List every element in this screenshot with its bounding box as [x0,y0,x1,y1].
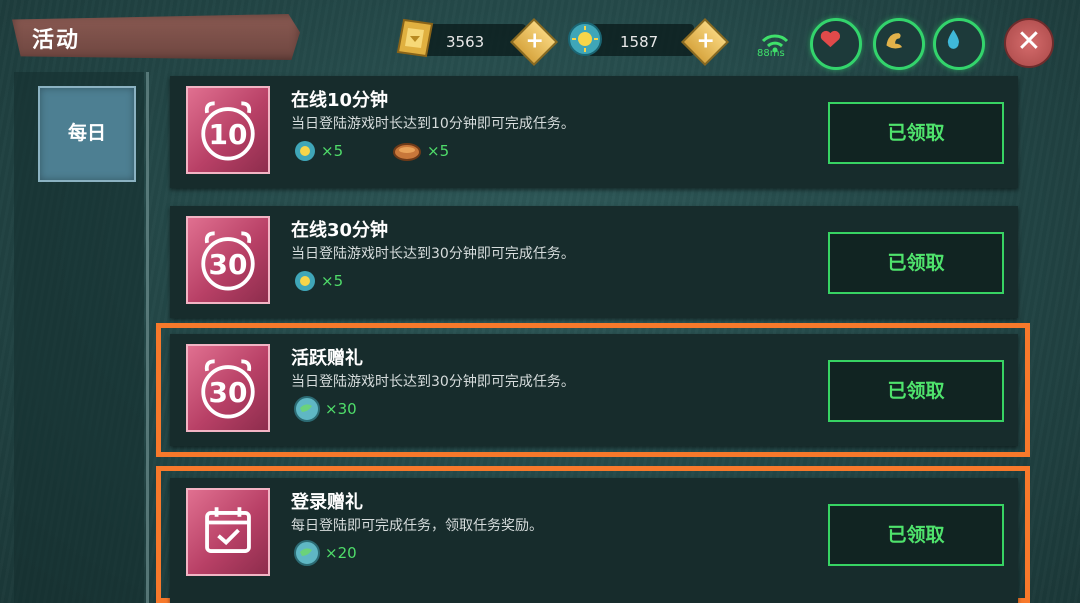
sun-coin-icon [568,22,602,56]
task-card: 10 在线10分钟 当日登陆游戏时长达到10分钟即可完成任务。 ×5 ×5 已领… [170,76,1018,188]
task-title: 在线10分钟 [291,90,389,111]
heart-button[interactable] [810,18,862,70]
task-card: 登录赠礼 每日登陆即可完成任务，领取任务奖励。 ×20 已领取 [170,478,1018,603]
task-description: 当日登陆游戏时长达到30分钟即可完成任务。 [291,374,575,390]
alarm-clock-icon: 10 [186,86,270,174]
page-title: 活动 [32,28,81,53]
earth-orb-icon [294,540,320,566]
tab-daily[interactable]: 每日 [38,86,136,182]
sun-coin-icon [295,141,315,161]
task-description: 当日登陆游戏时长达到30分钟即可完成任务。 [291,246,575,262]
reward-count: ×30 [325,400,357,418]
alarm-clock-icon: 30 [186,344,270,432]
water-drop-icon [947,29,959,49]
sun-coin-amount: 1587 [620,33,659,51]
ping-readout: 88ms [757,48,785,59]
sidebar-divider [146,72,149,603]
task-description: 每日登陆即可完成任务，领取任务奖励。 [291,518,543,534]
task-description: 当日登陆游戏时长达到10分钟即可完成任务。 [291,116,575,132]
claimed-button-label: 已领取 [887,524,945,546]
claimed-button-label: 已领取 [887,122,945,144]
claimed-button-label: 已领取 [887,380,945,402]
alarm-number: 30 [208,376,248,409]
reward-item: ×5 [294,138,343,164]
task-title: 登录赠礼 [291,492,363,513]
alarm-number: 30 [208,248,248,281]
reward-count: ×20 [325,544,357,562]
alarm-clock-icon: 30 [186,216,270,304]
reward-item: ×30 [294,396,357,422]
calendar-icon [186,488,270,576]
claimed-button[interactable]: 已领取 [828,360,1004,422]
arm-strength-button[interactable] [873,18,925,70]
reward-count: ×5 [321,142,344,160]
claimed-button-label: 已领取 [887,252,945,274]
reward-item: ×5 [294,268,343,294]
task-card: 30 活跃赠礼 当日登陆游戏时长达到30分钟即可完成任务。 ×30 已领取 [170,334,1018,446]
sun-coin-icon [295,271,315,291]
reward-item: ×20 [294,540,357,566]
close-icon: ✕ [1016,24,1042,59]
reward-item: ×5 [392,138,449,164]
close-button[interactable]: ✕ [1004,18,1054,68]
arm-icon [886,33,903,49]
task-title: 在线30分钟 [291,220,389,241]
alarm-number: 10 [208,118,248,151]
heart-icon [820,30,841,48]
earth-orb-icon [294,396,320,422]
gold-amount: 3563 [446,33,485,51]
claimed-button[interactable]: 已领取 [828,504,1004,566]
claimed-button[interactable]: 已领取 [828,102,1004,164]
task-card: 30 在线30分钟 当日登陆游戏时长达到30分钟即可完成任务。 ×5 已领取 [170,206,1018,318]
tab-daily-label: 每日 [67,122,106,144]
reward-count: ×5 [321,272,344,290]
task-title: 活跃赠礼 [291,348,363,369]
gold-gem-icon [396,18,434,58]
water-button[interactable] [933,18,985,70]
bread-icon [393,143,421,161]
reward-count: ×5 [427,142,450,160]
claimed-button[interactable]: 已领取 [828,232,1004,294]
